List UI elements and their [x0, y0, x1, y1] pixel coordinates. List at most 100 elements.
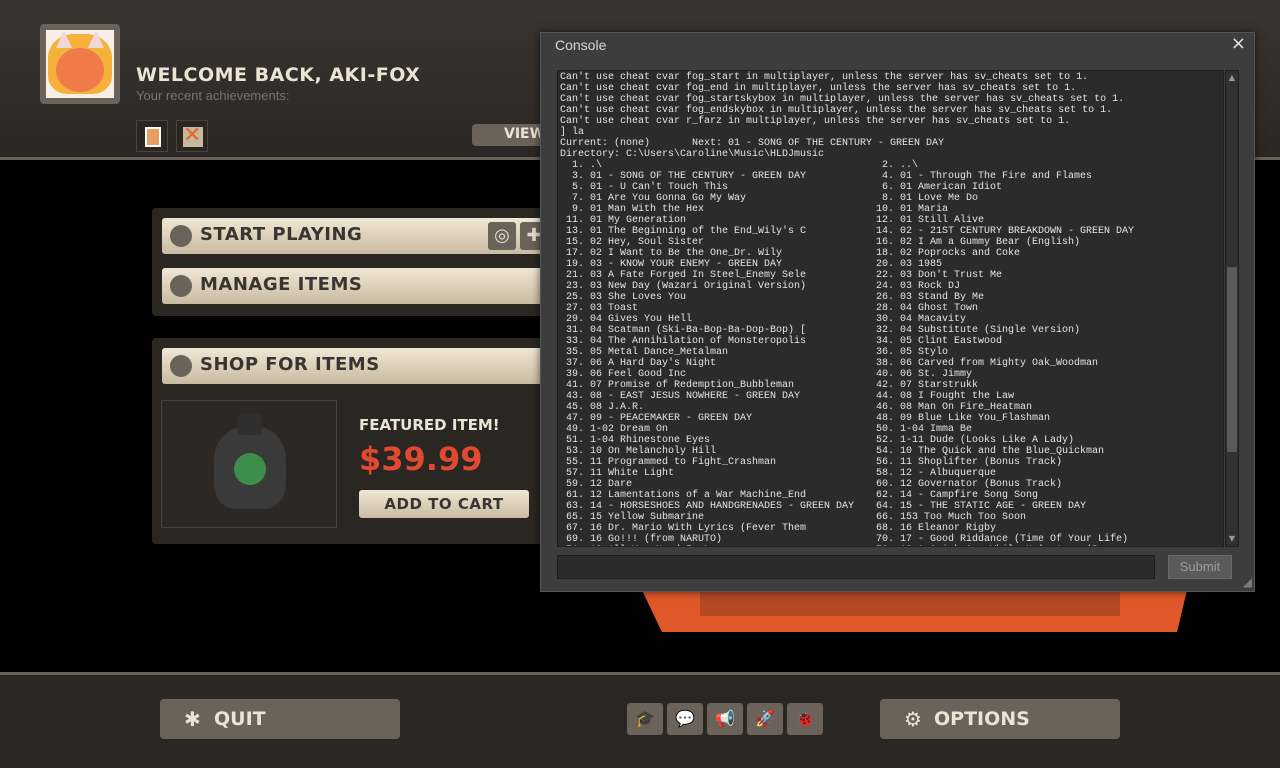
listing-entry: 15. 02 Hey, Soul Sister — [560, 237, 705, 248]
listing-column-left: 1. .\ 3. 01 - SONG OF THE CENTURY - GREE… — [560, 160, 870, 546]
listing-entry: 55. 11 Programmed to Fight_Crashman — [560, 457, 777, 468]
manage-items-button[interactable]: MANAGE ITEMS — [162, 268, 552, 304]
listing-entry: 32. 04 Substitute (Single Version) — [870, 325, 1081, 336]
listing-entry: 35. 05 Metal Dance_Metalman — [560, 347, 729, 358]
listing-entry: 20. 03 1985 — [870, 259, 943, 270]
book-icon — [145, 127, 161, 147]
featured-item-price: $39.99 — [359, 440, 483, 478]
console-output[interactable]: Can't use cheat cvar fog_start in multip… — [557, 70, 1224, 547]
listing-entry: 38. 06 Carved from Mighty Oak_Woodman — [870, 358, 1099, 369]
listing-entry: 19. 03 - KNOW YOUR ENEMY - GREEN DAY — [560, 259, 783, 270]
listing-entry: 58. 12 - Albuquerque — [870, 468, 997, 479]
listing-entry: 13. 01 The Beginning of the End_Wily's C — [560, 226, 807, 237]
options-button[interactable]: ⚙ OPTIONS — [880, 699, 1120, 739]
listing-entry: 37. 06 A Hard Day's Night — [560, 358, 717, 369]
directory-listing: 1. .\ 3. 01 - SONG OF THE CENTURY - GREE… — [560, 160, 1221, 546]
avatar[interactable] — [40, 24, 120, 104]
console-scrollbar[interactable]: ▲ ▼ — [1225, 70, 1239, 547]
listing-entry: 49. 1-02 Dream On — [560, 424, 669, 435]
tag-icon — [170, 355, 192, 377]
listing-entry: 23. 03 New Day (Wazari Original Version) — [560, 281, 807, 292]
rocket-icon[interactable]: 🚀 — [747, 703, 783, 735]
console-line: Directory: C:\Users\Caroline\Music\HLDJm… — [560, 149, 825, 160]
listing-entry: 9. 01 Man With the Hex — [560, 204, 705, 215]
quit-label: QUIT — [214, 708, 266, 730]
listing-entry: 25. 03 She Loves You — [560, 292, 687, 303]
listing-entry: 18. 02 Poprocks and Coke — [870, 248, 1021, 259]
listing-entry: 64. 15 - THE STATIC AGE - GREEN DAY — [870, 501, 1087, 512]
listing-entry: 22. 03 Don't Trust Me — [870, 270, 1003, 281]
bug-icon[interactable]: 🐞 — [787, 703, 823, 735]
chat-icon[interactable]: 💬 — [667, 703, 703, 735]
console-line: Can't use cheat cvar r_farz in multiplay… — [560, 116, 1071, 127]
listing-entry: 63. 14 - HORSESHOES AND HANDGRENADES - G… — [560, 501, 855, 512]
start-playing-label: START PLAYING — [200, 224, 363, 245]
gear-icon — [170, 275, 192, 297]
listing-entry: 10. 01 Maria — [870, 204, 949, 215]
listing-entry: 24. 03 Rock DJ — [870, 281, 961, 292]
avatar-ear — [88, 30, 104, 48]
listing-entry: 12. 01 Still Alive — [870, 215, 985, 226]
listing-entry: 65. 15 Yellow Submarine — [560, 512, 705, 523]
training-icon-button[interactable]: ◎ — [488, 222, 516, 250]
graduation-cap-icon[interactable]: 🎓 — [627, 703, 663, 735]
listing-entry: 43. 08 - EAST JESUS NOWHERE - GREEN DAY — [560, 391, 801, 402]
listing-entry: 42. 07 Starstrukk — [870, 380, 979, 391]
listing-entry: 17. 02 I Want to Be the One_Dr. Wily — [560, 248, 783, 259]
listing-entry: 4. 01 - Through The Fire and Flames — [870, 171, 1093, 182]
scroll-thumb[interactable] — [1227, 267, 1237, 452]
gear-icon: ⚙ — [904, 707, 922, 731]
listing-entry: 72. 19 A Quick One While He's Away (Remy — [870, 545, 1134, 546]
welcome-title: WELCOME BACK, AKI-FOX — [136, 64, 421, 86]
listing-column-right: 2. ..\ 4. 01 - Through The Fire and Flam… — [870, 160, 1134, 546]
smiley-icon — [234, 453, 266, 485]
quit-button[interactable]: ✱ QUIT — [160, 699, 400, 739]
listing-entry: 6. 01 American Idiot — [870, 182, 1003, 193]
listing-entry: 52. 1-11 Dude (Looks Like A Lady) — [870, 435, 1075, 446]
listing-entry: 56. 11 Shoplifter (Bonus Track) — [870, 457, 1063, 468]
listing-entry: 21. 03 A Fate Forged In Steel_Enemy Sele — [560, 270, 807, 281]
avatar-face — [56, 48, 104, 92]
listing-entry: 26. 03 Stand By Me — [870, 292, 985, 303]
listing-entry: 71. 18 All You Need Is Love — [560, 545, 870, 546]
shop-for-items-button[interactable]: SHOP FOR ITEMS — [162, 348, 552, 384]
listing-entry: 51. 1-04 Rhinestone Eyes — [560, 435, 711, 446]
listing-entry: 69. 16 Go!!! (from NARUTO) — [560, 534, 723, 545]
featured-item-image[interactable] — [161, 400, 337, 528]
add-to-cart-button[interactable]: ADD TO CART — [359, 490, 529, 518]
listing-entry: 44. 08 I Fought the Law — [870, 391, 1015, 402]
achievement-icon[interactable]: ✕ — [176, 120, 208, 152]
console-title: Console — [555, 37, 607, 53]
recent-achievements-label: Your recent achievements: — [136, 88, 290, 103]
console-line: Current: (none) Next: 01 - SONG OF THE C… — [560, 138, 945, 149]
listing-entry: 16. 02 I Am a Gummy Bear (English) — [870, 237, 1081, 248]
listing-entry: 54. 10 The Quick and the Blue_Quickman — [870, 446, 1105, 457]
listing-entry: 39. 06 Feel Good Inc — [560, 369, 687, 380]
console-line: Can't use cheat cvar fog_endskybox in mu… — [560, 105, 1113, 116]
listing-entry: 60. 12 Governator (Bonus Track) — [870, 479, 1063, 490]
listing-entry: 33. 04 The Annihilation of Monsteropolis — [560, 336, 807, 347]
console-input[interactable] — [557, 555, 1155, 579]
listing-entry: 29. 04 Gives You Hell — [560, 314, 693, 325]
submit-button[interactable]: Submit — [1168, 555, 1232, 579]
listing-entry: 34. 05 Clint Eastwood — [870, 336, 1003, 347]
resize-grip-icon[interactable]: ◢ — [1243, 575, 1252, 589]
asterisk-icon: ✱ — [184, 707, 201, 731]
manage-items-label: MANAGE ITEMS — [200, 274, 363, 295]
listing-entry: 3. 01 - SONG OF THE CENTURY - GREEN DAY — [560, 171, 807, 182]
listing-entry: 48. 09 Blue Like You_Flashman — [870, 413, 1051, 424]
listing-entry: 2. ..\ — [870, 160, 919, 171]
scroll-up-icon[interactable]: ▲ — [1226, 71, 1238, 85]
megaphone-icon[interactable]: 📢 — [707, 703, 743, 735]
listing-entry: 31. 04 Scatman (Ski-Ba-Bop-Ba-Dop-Bop) [ — [560, 325, 807, 336]
listing-entry: 1. .\ — [560, 160, 603, 171]
scroll-down-icon[interactable]: ▼ — [1226, 532, 1238, 546]
bag-top — [238, 413, 262, 435]
globe-icon — [170, 225, 192, 247]
listing-entry: 53. 10 On Melancholy Hill — [560, 446, 717, 457]
close-icon[interactable]: × — [1231, 33, 1246, 54]
listing-entry: 30. 04 Macavity — [870, 314, 967, 325]
achievement-icon[interactable] — [136, 120, 168, 152]
avatar-image — [46, 30, 114, 98]
listing-entry: 40. 06 St. Jimmy — [870, 369, 973, 380]
